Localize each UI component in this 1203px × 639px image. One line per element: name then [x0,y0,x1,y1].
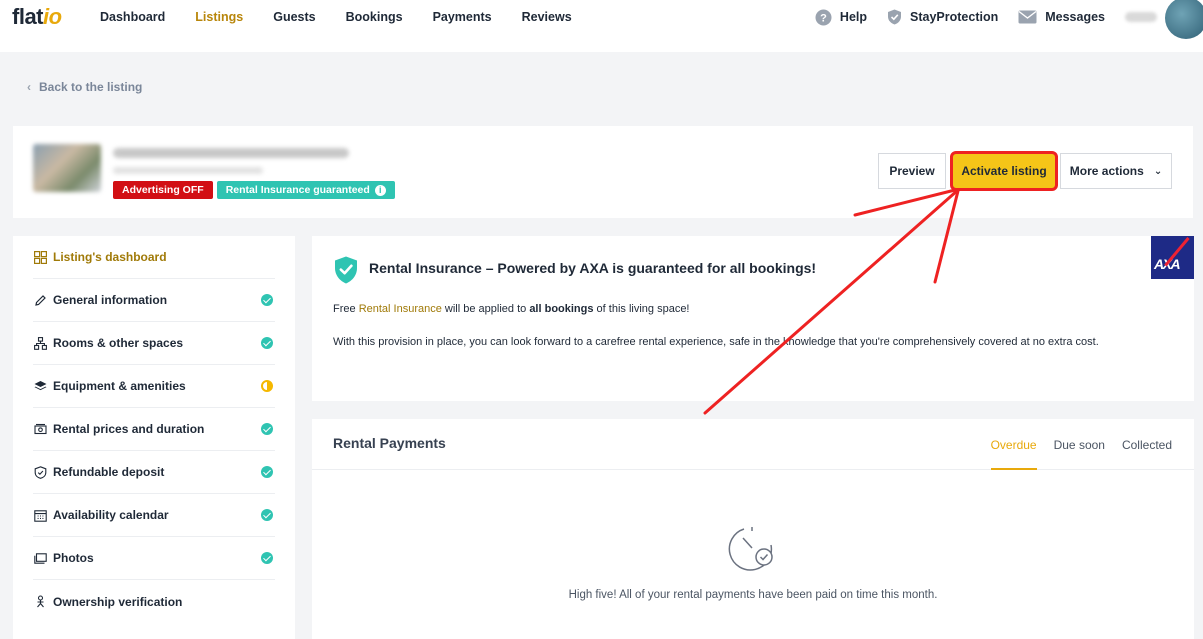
status-complete-icon [261,337,273,349]
sidebar-item-dashboard[interactable]: Listing's dashboard [33,236,275,279]
insurance-details: With this provision in place, you can lo… [333,336,1099,348]
logo-text: flat [12,4,44,29]
top-navigation: flatio Dashboard Listings Guests Booking… [0,0,1203,52]
money-icon [33,422,47,436]
photo-icon [33,551,47,565]
sidebar-item-label: Rental prices and duration [53,422,205,436]
info-icon[interactable]: i [374,184,386,196]
grid-icon [33,250,47,264]
main-nav: Dashboard Listings Guests Bookings Payme… [100,0,602,34]
insurance-guaranteed-badge[interactable]: Rental Insurance guaranteed i [216,181,395,199]
stayprotection-label: StayProtection [910,10,999,24]
person-icon [33,595,47,609]
insurance-description: Free Rental Insurance will be applied to… [333,303,690,315]
pencil-icon [33,293,47,307]
preview-label: Preview [889,164,935,178]
shield-icon [33,465,47,479]
status-complete-icon [261,466,273,478]
insurance-text: will be applied to [441,303,530,315]
listing-subtitle-blurred [113,167,263,174]
sidebar-item-rooms[interactable]: Rooms & other spaces [33,322,275,365]
sidebar-item-availability-calendar[interactable]: Availability calendar [33,494,275,537]
sidebar-item-general-information[interactable]: General information [33,279,275,322]
shield-check-icon [334,256,358,289]
more-actions-button[interactable]: More actions ⌄ [1060,153,1172,189]
rental-payments-title: Rental Payments [333,435,446,451]
more-actions-label: More actions [1069,164,1144,178]
nav-dashboard[interactable]: Dashboard [100,10,165,24]
back-link-label: Back to the listing [39,80,143,94]
nav-guests[interactable]: Guests [273,10,315,24]
flatio-logo[interactable]: flatio [12,4,62,30]
logo-accent: io [43,4,62,29]
help-link[interactable]: ? Help [815,9,867,26]
all-bookings-text: all bookings [529,303,594,315]
sidebar-item-label: Listing's dashboard [53,250,167,264]
shield-check-icon [887,9,902,25]
status-complete-icon [261,509,273,521]
stayprotection-link[interactable]: StayProtection [887,9,998,25]
insurance-card: Rental Insurance – Powered by AXA is gua… [312,236,1194,401]
sidebar-item-ownership-verification[interactable]: Ownership verification [33,580,275,623]
back-to-listing-link[interactable]: ‹ Back to the listing [27,80,142,94]
chevron-down-icon: ⌄ [1153,165,1163,177]
nav-payments[interactable]: Payments [433,10,492,24]
tab-collected[interactable]: Collected [1122,419,1172,470]
chevron-left-icon: ‹ [27,80,31,94]
nav-listings[interactable]: Listings [195,10,243,24]
envelope-icon [1018,10,1037,24]
status-complete-icon [261,423,273,435]
axa-logo: AXA [1151,236,1194,279]
sidebar-item-label: General information [53,293,168,307]
tab-due-soon[interactable]: Due soon [1054,419,1105,470]
insurance-guaranteed-label: Rental Insurance guaranteed [225,184,370,196]
listing-thumbnail [33,144,101,192]
listing-title-blurred [113,148,349,158]
sidebar-item-equipment[interactable]: Equipment & amenities [33,365,275,408]
sidebar-item-label: Refundable deposit [53,465,165,479]
help-label: Help [839,10,868,24]
nav-reviews[interactable]: Reviews [522,10,572,24]
insurance-text: Free [333,303,359,315]
layers-icon [33,379,47,393]
payments-empty-message: High five! All of your rental payments h… [568,589,938,601]
svg-text:?: ? [820,12,827,24]
activate-label: Activate listing [961,164,1047,178]
nav-right: ? Help StayProtection Messages [815,0,1203,39]
user-avatar[interactable] [1165,0,1203,39]
status-partial-icon [261,380,273,392]
activate-listing-button[interactable]: Activate listing [950,151,1058,191]
listing-sidebar: Listing's dashboard General information … [13,236,295,639]
sidebar-item-rental-prices[interactable]: Rental prices and duration [33,408,275,451]
preview-button[interactable]: Preview [878,153,946,189]
sidebar-item-label: Equipment & amenities [53,379,186,393]
rental-insurance-link[interactable]: Rental Insurance [359,303,442,315]
calendar-icon [33,508,47,522]
clock-check-icon [727,523,777,578]
insurance-text: of this living space! [593,303,690,315]
advertising-off-badge: Advertising OFF [113,181,213,199]
nav-bookings[interactable]: Bookings [346,10,403,24]
tab-overdue[interactable]: Overdue [990,419,1037,470]
sidebar-item-refundable-deposit[interactable]: Refundable deposit [33,451,275,494]
rental-payments-header: Rental Payments Overdue Due soon Collect… [312,419,1194,470]
status-complete-icon [261,294,273,306]
sidebar-item-label: Photos [53,551,94,565]
messages-link[interactable]: Messages [1018,10,1105,24]
sidebar-item-photos[interactable]: Photos [33,537,275,580]
listing-header: Advertising OFF Rental Insurance guarant… [13,126,1193,218]
rental-payments-card: Rental Payments Overdue Due soon Collect… [312,419,1194,639]
listing-badges: Advertising OFF Rental Insurance guarant… [113,181,395,199]
insurance-title: Rental Insurance – Powered by AXA is gua… [369,260,817,276]
sidebar-item-label: Ownership verification [53,594,183,609]
user-name-blurred[interactable] [1125,12,1157,22]
sidebar-item-label: Rooms & other spaces [53,336,184,350]
rooms-icon [33,336,47,350]
advertising-off-label: Advertising OFF [122,184,204,196]
status-complete-icon [261,552,273,564]
messages-label: Messages [1045,10,1105,24]
sidebar-item-label: Availability calendar [53,508,169,522]
payments-tabs: Overdue Due soon Collected [974,419,1172,470]
question-circle-icon: ? [815,9,832,26]
